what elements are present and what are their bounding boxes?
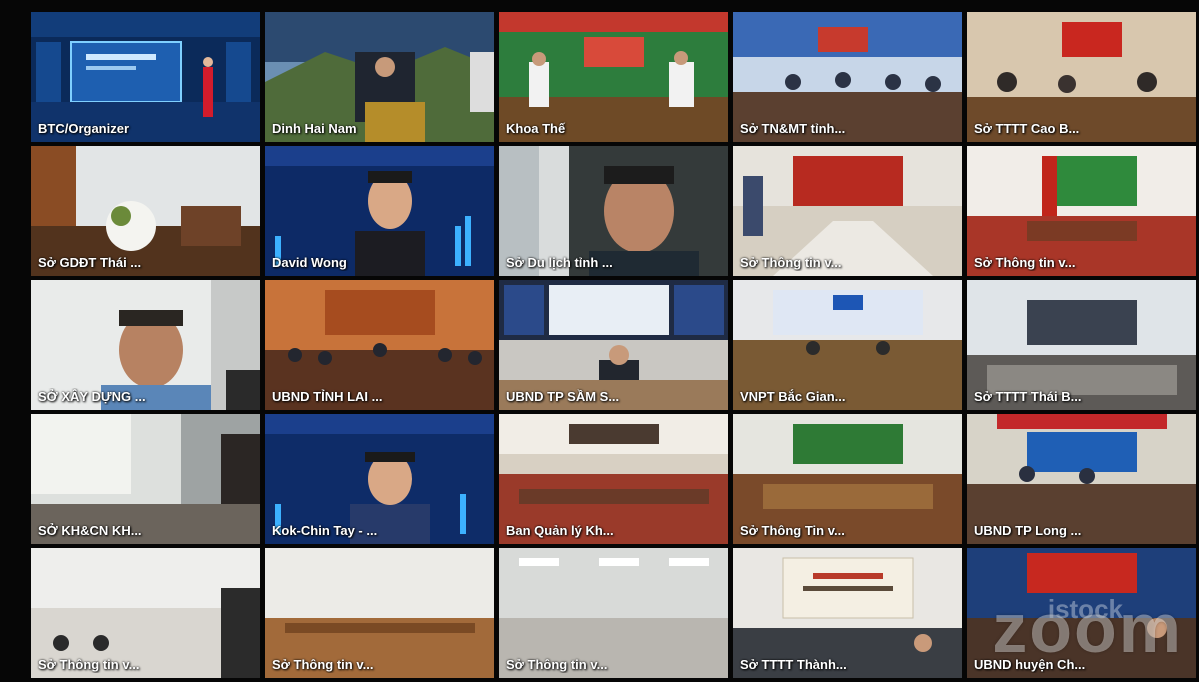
participant-name: BTC/Organizer — [38, 121, 130, 136]
participant-tile[interactable]: Khoa Thế — [499, 12, 728, 142]
participant-tile[interactable]: Sở TTTT Thái B... — [967, 280, 1196, 410]
participant-name: David Wong — [272, 255, 347, 270]
participant-tile[interactable]: Dinh Hai Nam — [265, 12, 494, 142]
participant-tile[interactable]: David Wong — [265, 146, 494, 276]
participant-name: UBND huyện Ch... — [974, 657, 1086, 672]
participant-tile[interactable]: UBND TP Long ... — [967, 414, 1196, 544]
participant-name: Khoa Thế — [506, 121, 566, 136]
participant-tile[interactable]: Sở Thông Tin v... — [733, 414, 962, 544]
participant-name: Sở Thông tin v... — [38, 657, 140, 672]
participant-tile[interactable]: Kok-Chin Tay - ... — [265, 414, 494, 544]
participant-name: Sở TTTT Thành... — [740, 657, 847, 672]
participant-tile[interactable]: Sở Thông tin v... — [733, 146, 962, 276]
participant-name: Sở TN&MT tỉnh... — [740, 121, 846, 136]
participant-tile[interactable]: Sở Thông tin v... — [967, 146, 1196, 276]
zoom-gallery-view: BTC/Organizer Dinh Hai Nam Khoa Thế Sở T… — [0, 0, 1199, 682]
participant-name: Ban Quản lý Kh... — [506, 523, 614, 538]
participant-name: VNPT Bắc Gian... — [740, 389, 846, 404]
participant-name: Dinh Hai Nam — [272, 121, 357, 136]
participant-tile[interactable]: Sở Thông tin v... — [265, 548, 494, 678]
participant-name: Sở Thông tin v... — [272, 657, 374, 672]
participant-name: UBND TP SẦM S... — [506, 389, 620, 404]
participant-tile[interactable]: Sở Thông tin v... — [31, 548, 260, 678]
participant-name: Sở Du lịch tỉnh ... — [506, 255, 613, 270]
participant-tile[interactable]: Sở GDĐT Thái ... — [31, 146, 260, 276]
participant-tile[interactable]: UBND TP SẦM S... — [499, 280, 728, 410]
participant-name: Kok-Chin Tay - ... — [272, 523, 378, 538]
participant-name: Sở Thông tin v... — [974, 255, 1076, 270]
participant-tile[interactable]: UBND TỈNH LAI ... — [265, 280, 494, 410]
participant-name: SỞ XÂY DỰNG ... — [38, 389, 146, 404]
participant-tile[interactable]: Sở Thông tin v... — [499, 548, 728, 678]
participant-tile[interactable]: SỞ KH&CN KH... — [31, 414, 260, 544]
participant-tile[interactable]: UBND huyện Ch... — [967, 548, 1196, 678]
participant-tile[interactable]: Sở TTTT Thành... — [733, 548, 962, 678]
participant-tile[interactable]: Sở TN&MT tỉnh... — [733, 12, 962, 142]
participant-name: Sở TTTT Thái B... — [974, 389, 1082, 404]
participant-name: Sở Thông tin v... — [506, 657, 608, 672]
participant-name: Sở GDĐT Thái ... — [38, 255, 142, 270]
participant-name: Sở Thông Tin v... — [740, 523, 845, 538]
participant-grid: BTC/Organizer Dinh Hai Nam Khoa Thế Sở T… — [31, 12, 1199, 682]
participant-tile[interactable]: SỞ XÂY DỰNG ... — [31, 280, 260, 410]
participant-tile[interactable]: Ban Quản lý Kh... — [499, 414, 728, 544]
participant-tile[interactable]: Sở Du lịch tỉnh ... — [499, 146, 728, 276]
participant-name: UBND TP Long ... — [974, 523, 1082, 538]
participant-tile[interactable]: BTC/Organizer — [31, 12, 260, 142]
participant-tile[interactable]: VNPT Bắc Gian... — [733, 280, 962, 410]
participant-name: SỞ KH&CN KH... — [38, 523, 142, 538]
participant-name: Sở TTTT Cao B... — [974, 121, 1080, 136]
participant-tile[interactable]: Sở TTTT Cao B... — [967, 12, 1196, 142]
participant-name: Sở Thông tin v... — [740, 255, 842, 270]
participant-name: UBND TỈNH LAI ... — [272, 389, 383, 404]
